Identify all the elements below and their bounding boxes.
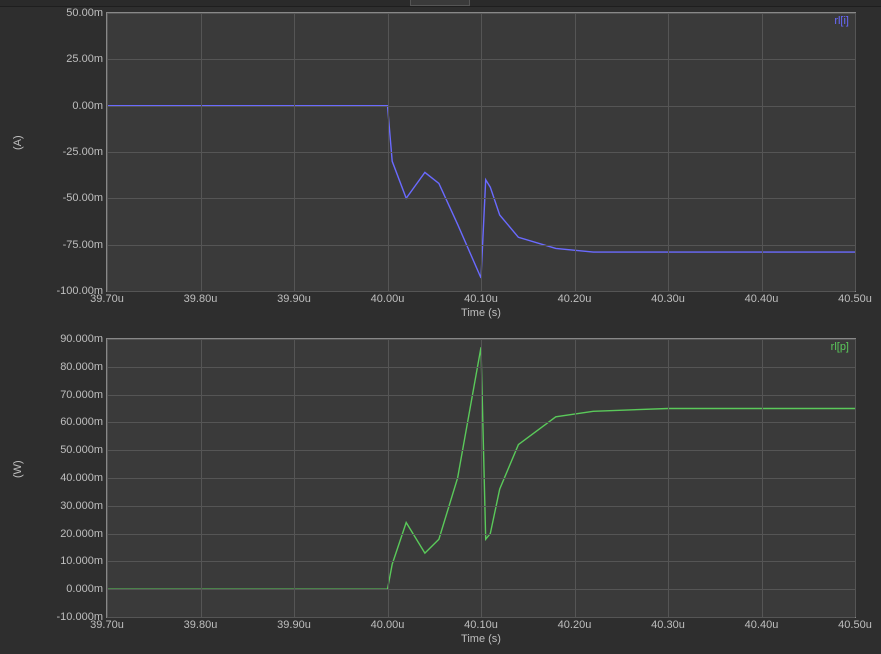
gridline	[107, 339, 108, 617]
gridline	[481, 13, 482, 291]
gridline	[481, 339, 482, 617]
gridline	[668, 13, 669, 291]
gridline	[762, 13, 763, 291]
x-tick-label: 39.90u	[277, 617, 311, 631]
y-tick-label: 50.00m	[66, 7, 107, 19]
x-tick-label: 39.80u	[184, 291, 218, 305]
y-tick-label: 20.000m	[60, 528, 107, 540]
y-tick-label: 30.000m	[60, 500, 107, 512]
gridline	[388, 339, 389, 617]
plot-area-current[interactable]: rl[i] Time (s) -100.00m-75.00m-50.00m-25…	[106, 12, 856, 292]
y-tick-label: 0.00m	[72, 100, 107, 112]
y-tick-label: 40.000m	[60, 472, 107, 484]
x-tick-label: 39.70u	[90, 291, 124, 305]
x-tick-label: 39.90u	[277, 291, 311, 305]
y-tick-label: -25.00m	[63, 146, 107, 158]
gridline	[855, 339, 856, 617]
x-tick-label: 40.20u	[558, 617, 592, 631]
gridline	[388, 13, 389, 291]
gridline	[201, 13, 202, 291]
x-tick-label: 40.10u	[464, 291, 498, 305]
gridline	[575, 13, 576, 291]
gridline	[575, 339, 576, 617]
x-tick-label: 40.50u	[838, 617, 872, 631]
x-tick-label: 40.10u	[464, 617, 498, 631]
x-tick-label: 40.40u	[745, 291, 779, 305]
gridline	[762, 339, 763, 617]
chart-power: rl[p] Time (s) -10.000m0.000m10.000m20.0…	[0, 330, 881, 650]
x-tick-label: 40.30u	[651, 617, 685, 631]
plot-area-power[interactable]: rl[p] Time (s) -10.000m0.000m10.000m20.0…	[106, 338, 856, 618]
y-tick-label: 90.000m	[60, 333, 107, 345]
x-tick-label: 40.50u	[838, 291, 872, 305]
y-tick-label: 60.000m	[60, 416, 107, 428]
y-tick-label: 70.000m	[60, 389, 107, 401]
gridline	[201, 339, 202, 617]
y-tick-label: 80.000m	[60, 361, 107, 373]
gridline	[855, 13, 856, 291]
x-tick-label: 40.30u	[651, 291, 685, 305]
y-tick-label: -50.00m	[63, 192, 107, 204]
x-tick-label: 40.40u	[745, 617, 779, 631]
x-tick-label: 40.00u	[371, 617, 405, 631]
x-tick-label: 40.20u	[558, 291, 592, 305]
x-tick-label: 39.70u	[90, 617, 124, 631]
y-tick-label: 10.000m	[60, 555, 107, 567]
y-tick-label: -75.00m	[63, 239, 107, 251]
gridline	[107, 13, 108, 291]
chart-current: rl[i] Time (s) -100.00m-75.00m-50.00m-25…	[0, 0, 881, 320]
gridline	[668, 339, 669, 617]
x-tick-label: 39.80u	[184, 617, 218, 631]
x-tick-label: 40.00u	[371, 291, 405, 305]
y-tick-label: 50.000m	[60, 444, 107, 456]
y-tick-label: 25.00m	[66, 53, 107, 65]
y-tick-label: 0.000m	[66, 583, 107, 595]
gridline	[294, 339, 295, 617]
gridline	[294, 13, 295, 291]
